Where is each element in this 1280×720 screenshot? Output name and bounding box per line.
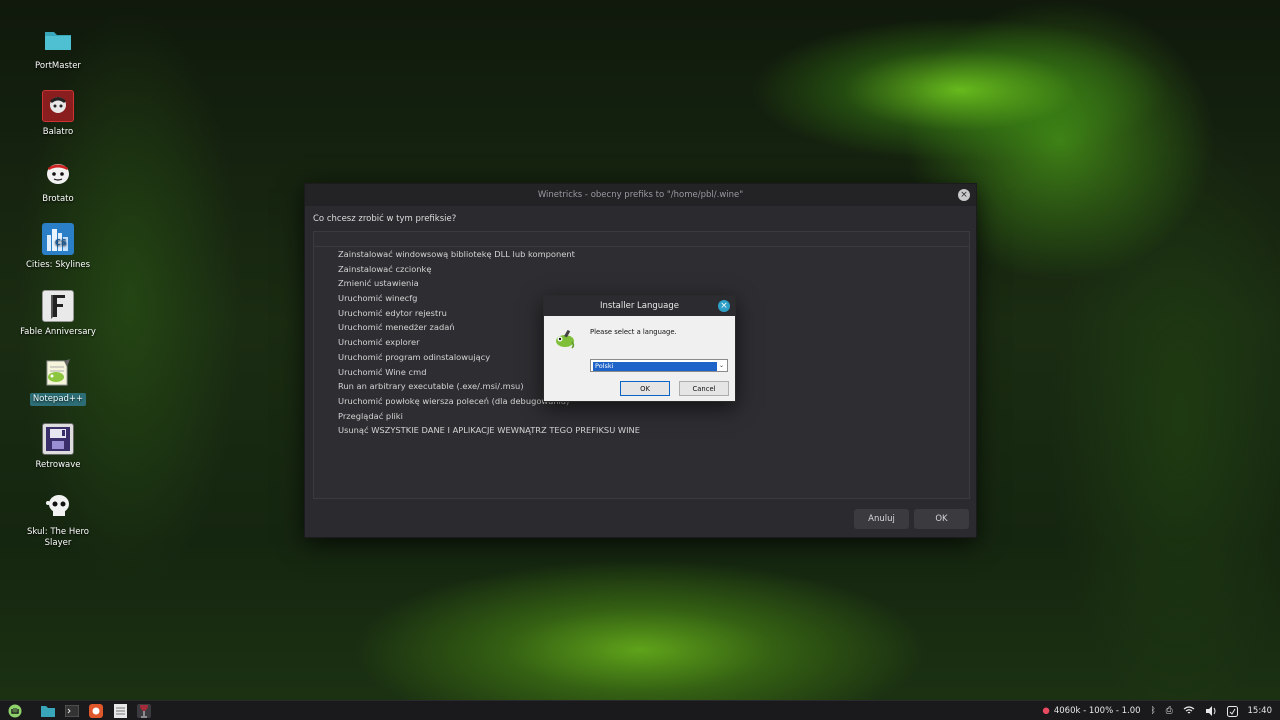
winetricks-title: Winetricks - obecny prefiks to "/home/pb… <box>537 190 744 200</box>
terminal-icon[interactable] <box>65 704 79 718</box>
balatro-icon <box>42 90 74 122</box>
desktop-icon-label: Notepad++ <box>29 393 87 406</box>
chevron-down-icon[interactable]: ⌄ <box>717 361 726 370</box>
winetricks-titlebar[interactable]: Winetricks - obecny prefiks to "/home/pb… <box>305 184 976 206</box>
brotato-icon <box>42 157 74 189</box>
desktop-icon-label: Cities: Skylines <box>25 260 91 270</box>
ok-button[interactable]: OK <box>914 509 969 529</box>
list-item[interactable]: Przeglądać pliki <box>338 409 969 424</box>
app-orange-icon[interactable] <box>89 704 103 718</box>
status-readout[interactable]: 4060k - 100% - 1.00 <box>1054 706 1141 716</box>
skul-icon <box>42 490 74 522</box>
retrowave-icon <box>42 423 74 455</box>
installer-title: Installer Language <box>600 301 679 311</box>
notepadpp-chameleon-icon <box>554 328 576 350</box>
language-select[interactable]: Polski ⌄ <box>590 359 728 372</box>
svg-text:CS: CS <box>55 238 67 247</box>
close-icon[interactable]: × <box>958 189 970 201</box>
desktop-icon-label: Balatro <box>42 127 74 137</box>
folder-icon <box>42 24 74 56</box>
list-item[interactable]: Usunąć WSZYSTKIE DANE I APLIKACJE WEWNĄT… <box>338 423 969 438</box>
winetricks-question: Co chcesz zrobić w tym prefiksie? <box>313 214 457 224</box>
menu-icon[interactable] <box>8 704 22 718</box>
notepadpp-icon <box>42 357 74 389</box>
wine-glass-icon[interactable] <box>137 704 151 718</box>
desktop-icon-retrowave[interactable]: Retrowave <box>14 423 102 472</box>
cancel-button[interactable]: Cancel <box>679 381 729 396</box>
desktop-icon-cities-skylines[interactable]: CS Cities: Skylines <box>14 223 102 272</box>
system-tray: ● 4060k - 100% - 1.00 ᛒ ⎙ 15:40 <box>1032 701 1272 720</box>
desktop-icon-notepadpp[interactable]: Notepad++ <box>14 357 102 406</box>
file-manager-icon[interactable] <box>41 704 55 718</box>
list-item[interactable]: Zainstalować windowsową bibliotekę DLL l… <box>338 247 969 262</box>
taskbar: ● 4060k - 100% - 1.00 ᛒ ⎙ 15:40 <box>0 700 1280 720</box>
printer-icon[interactable]: ⎙ <box>1166 706 1173 716</box>
desktop-icon-fable[interactable]: Fable Anniversary <box>14 290 102 339</box>
desktop-icon-label: Retrowave <box>35 460 81 470</box>
list-item[interactable]: Zainstalować czcionkę <box>338 262 969 277</box>
installer-message: Please select a language. <box>590 328 677 336</box>
volume-icon[interactable] <box>1205 706 1217 716</box>
desktop-icon-brotato[interactable]: Brotato <box>14 157 102 206</box>
list-item[interactable]: Zmienić ustawienia <box>338 276 969 291</box>
desktop-icon-label: Skul: The Hero Slayer <box>26 527 89 548</box>
text-editor-icon[interactable] <box>113 704 127 718</box>
desktop-icon-balatro[interactable]: Balatro <box>14 90 102 139</box>
fable-icon <box>42 290 74 322</box>
desktop-icon-skul[interactable]: Skul: The Hero Slayer <box>14 490 102 550</box>
ok-button[interactable]: OK <box>620 381 670 396</box>
desktop-icon-label: PortMaster <box>35 61 81 71</box>
language-select-value: Polski <box>593 361 717 371</box>
clock[interactable]: 15:40 <box>1248 706 1273 716</box>
cities-skylines-icon: CS <box>42 223 74 255</box>
desktop-icon-portmaster[interactable]: PortMaster <box>14 24 102 73</box>
installer-titlebar[interactable]: Installer Language × <box>544 296 735 316</box>
desktop-icon-label: Brotato <box>42 194 74 204</box>
bluetooth-icon[interactable]: ᛒ <box>1151 706 1156 716</box>
list-header <box>314 232 969 247</box>
cancel-button[interactable]: Anuluj <box>854 509 909 529</box>
wifi-icon[interactable] <box>1183 706 1195 716</box>
close-icon[interactable]: × <box>718 300 730 312</box>
installer-language-dialog: Installer Language × Please select a lan… <box>543 295 736 402</box>
update-manager-icon[interactable] <box>1226 705 1238 717</box>
location-pin-icon[interactable]: ● <box>1042 706 1049 716</box>
desktop-icon-label: Fable Anniversary <box>20 327 96 337</box>
